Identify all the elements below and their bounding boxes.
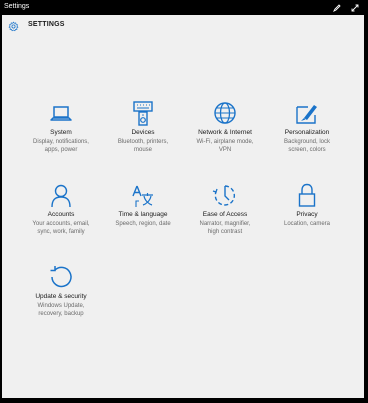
laptop-icon xyxy=(46,101,76,127)
tile-desc-line2: high contrast xyxy=(207,229,243,235)
tile-privacy[interactable]: Privacy Location, camera xyxy=(268,183,346,253)
tile-title: Privacy xyxy=(296,211,318,218)
paint-brush-icon xyxy=(292,101,322,127)
refresh-icon xyxy=(46,265,76,291)
keyboard-speaker-icon xyxy=(128,101,158,127)
tile-desc-line2: VPN xyxy=(218,147,232,153)
globe-icon xyxy=(210,101,240,127)
tile-update-security[interactable]: Update & security Windows Update, recove… xyxy=(22,265,100,335)
tile-desc-line1: Narrator, magnifier, xyxy=(199,221,251,227)
tile-desc-line2: sync, work, family xyxy=(37,229,85,235)
tile-system[interactable]: System Display, notifications, apps, pow… xyxy=(22,101,100,171)
tile-title: Personalization xyxy=(284,129,330,136)
tile-description: Display, notifications, apps, power xyxy=(22,138,100,154)
title-bar: Settings xyxy=(0,0,368,15)
tile-title: System xyxy=(50,129,72,136)
ease-of-access-icon xyxy=(210,183,240,209)
tile-description: Narrator, magnifier, high contrast xyxy=(186,220,264,236)
tile-desc-line1: Your accounts, email, xyxy=(32,221,90,227)
tile-title: Time & language xyxy=(118,211,168,218)
pen-icon[interactable] xyxy=(331,2,343,13)
tile-personalization[interactable]: Personalization Background, lock screen,… xyxy=(268,101,346,171)
tile-desc-line2: apps, power xyxy=(44,147,78,153)
language-icon xyxy=(128,183,158,209)
tile-title: Update & security xyxy=(35,293,87,300)
tile-description: Your accounts, email, sync, work, family xyxy=(22,220,100,236)
window-title: Settings xyxy=(4,3,30,10)
gear-icon xyxy=(8,19,19,32)
tile-desc-line1: Wi-Fi, airplane mode, xyxy=(196,139,254,145)
expand-icon[interactable] xyxy=(349,2,361,13)
tile-desc-line1: Bluetooth, printers, xyxy=(117,139,169,145)
settings-window: SETTINGS System Display, notifications, … xyxy=(2,15,364,398)
tile-title: Network & Internet xyxy=(198,129,252,136)
tile-ease-of-access[interactable]: Ease of Access Narrator, magnifier, high… xyxy=(186,183,264,253)
tile-accounts[interactable]: Accounts Your accounts, email, sync, wor… xyxy=(22,183,100,253)
tile-description: Background, lock screen, colors xyxy=(268,138,346,154)
tile-desc-line1: Background, lock xyxy=(283,139,331,145)
tile-desc-line1: Speech, region, date xyxy=(115,221,171,227)
tile-network[interactable]: Network & Internet Wi-Fi, airplane mode,… xyxy=(186,101,264,171)
tile-description: Wi-Fi, airplane mode, VPN xyxy=(186,138,264,154)
tile-time-language[interactable]: Time & language Speech, region, date xyxy=(104,183,182,253)
tile-title: Accounts xyxy=(47,211,75,218)
lock-icon xyxy=(292,183,322,209)
tile-desc-line2: mouse xyxy=(133,147,152,153)
tile-description: Location, camera xyxy=(268,220,346,228)
person-icon xyxy=(46,183,76,209)
tile-devices[interactable]: Devices Bluetooth, printers, mouse xyxy=(104,101,182,171)
tile-desc-line1: Location, camera xyxy=(283,221,331,227)
tile-desc-line2: screen, colors xyxy=(288,147,326,153)
tile-desc-line1: Display, notifications, xyxy=(33,139,89,145)
page-title: SETTINGS xyxy=(28,21,65,28)
tile-description: Speech, region, date xyxy=(104,220,182,228)
tile-description: Bluetooth, printers, mouse xyxy=(104,138,182,154)
settings-header: SETTINGS xyxy=(2,15,364,35)
tile-description: Windows Update, recovery, backup xyxy=(22,302,100,318)
tile-title: Devices xyxy=(131,129,155,136)
window-bottom-border xyxy=(0,398,368,403)
tile-title: Ease of Access xyxy=(202,211,248,218)
tile-desc-line1: Windows Update, xyxy=(37,303,85,309)
tile-desc-line2: recovery, backup xyxy=(38,311,84,317)
